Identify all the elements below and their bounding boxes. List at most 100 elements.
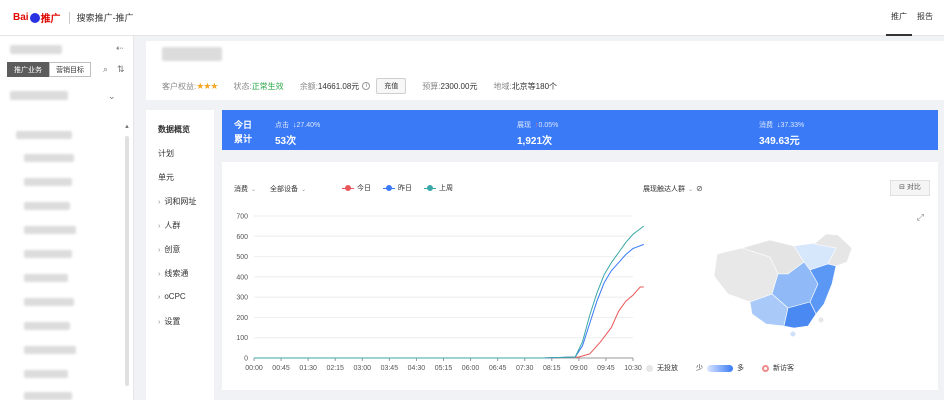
nav-data-overview[interactable]: 数据概览 bbox=[158, 124, 190, 135]
chevron-right-icon: › bbox=[158, 271, 161, 278]
secondary-nav: 数据概览 计划 单元 › 词和网址 › 人群 › 创意 › 线索通 › oCPC › 设置 bbox=[146, 110, 214, 400]
info-icon[interactable]: i bbox=[362, 82, 371, 90]
cumulative-label: 累计 bbox=[234, 134, 253, 144]
nav-label: 线索通 bbox=[164, 269, 189, 278]
nav-label: 计划 bbox=[158, 149, 174, 158]
chevron-right-icon: › bbox=[158, 247, 161, 254]
top-nav-report[interactable]: 报告 bbox=[912, 0, 938, 36]
logo-bai-text: Bai bbox=[13, 12, 29, 23]
list-item[interactable] bbox=[24, 346, 76, 354]
paw-icon bbox=[29, 12, 40, 23]
nav-leads[interactable]: › 线索通 bbox=[158, 268, 188, 279]
nav-label: 创意 bbox=[164, 245, 181, 254]
no-serve-swatch bbox=[646, 364, 653, 372]
nav-label: oCPC bbox=[164, 292, 186, 301]
chevron-down-icon[interactable]: ⌄ bbox=[108, 91, 116, 102]
nav-creative[interactable]: › 创意 bbox=[158, 244, 180, 255]
list-item[interactable] bbox=[24, 322, 70, 330]
recharge-button[interactable]: 充值 bbox=[376, 78, 407, 94]
list-item[interactable] bbox=[24, 226, 76, 234]
account-info: 客户权益: ★★★ 状态: 正常生效 余额: 14661.08元 i 充值 预算… bbox=[146, 41, 944, 100]
nav-keywords[interactable]: › 词和网址 bbox=[158, 196, 196, 207]
nav-unit[interactable]: 单元 bbox=[158, 172, 174, 183]
rights-label: 客户权益: bbox=[162, 81, 197, 91]
chevron-right-icon: › bbox=[158, 294, 161, 301]
map-region-island[interactable] bbox=[790, 331, 796, 337]
balance-label: 余额: bbox=[299, 81, 318, 91]
metric-clicks: 点击 ↓27.40% bbox=[275, 120, 320, 130]
china-map bbox=[713, 233, 853, 337]
metric-cost: 消费 ↓37.33% bbox=[759, 120, 804, 130]
list-item[interactable] bbox=[24, 154, 74, 162]
list-item[interactable] bbox=[24, 250, 72, 258]
many-label: 多 bbox=[737, 365, 744, 372]
page-title: 搜索推广-推广 bbox=[76, 13, 134, 23]
search-icon[interactable]: ⌕ bbox=[103, 64, 108, 75]
top-nav: 推广 报告 bbox=[886, 0, 938, 36]
nav-ocpc[interactable]: › oCPC bbox=[158, 292, 186, 301]
scrollbar-thumb[interactable] bbox=[125, 136, 129, 386]
metric-clicks-value: 53次 bbox=[275, 136, 297, 147]
chevron-right-icon: › bbox=[158, 319, 161, 326]
blurred-account-title bbox=[162, 47, 222, 61]
top-nav-promotion[interactable]: 推广 bbox=[886, 0, 912, 36]
list-item[interactable] bbox=[24, 202, 70, 210]
baidu-logo[interactable]: Bai 推广 bbox=[13, 10, 61, 25]
metric-delta: 27.40% bbox=[296, 122, 321, 129]
divider bbox=[68, 11, 70, 24]
metric-delta: 37.33% bbox=[780, 122, 805, 129]
account-sidebar: ⇠ 推广业务 营销目标 ⌕ ⇅ ⌄ ▲ bbox=[0, 36, 134, 400]
collapse-icon[interactable]: ⇠ bbox=[116, 43, 124, 54]
list-item[interactable] bbox=[24, 274, 68, 282]
density-gradient bbox=[707, 364, 733, 372]
list-item[interactable] bbox=[24, 178, 72, 186]
blurred-account-name bbox=[10, 45, 62, 54]
budget-value: 2300.00元 bbox=[440, 81, 478, 91]
no-serve-label: 无投放 bbox=[657, 365, 678, 372]
map-provinces bbox=[713, 233, 853, 337]
nav-label: 数据概览 bbox=[158, 125, 190, 134]
today-label: 今日 bbox=[234, 120, 253, 130]
nav-settings[interactable]: › 设置 bbox=[158, 316, 180, 327]
new-visitor-label: 新访客 bbox=[773, 365, 794, 372]
sidebar-tabs: 推广业务 营销目标 bbox=[7, 62, 91, 77]
new-visitor-swatch bbox=[762, 364, 769, 372]
metric-impressions-value: 1,921次 bbox=[517, 136, 553, 147]
scroll-up-icon[interactable]: ▲ bbox=[124, 124, 130, 130]
list-item[interactable] bbox=[16, 131, 72, 139]
map-region-taiwan[interactable] bbox=[818, 317, 824, 323]
metric-cost-value: 349.63元 bbox=[759, 136, 800, 147]
metric-name: 点击 bbox=[275, 122, 289, 129]
nav-plan[interactable]: 计划 bbox=[158, 148, 174, 159]
nav-label: 设置 bbox=[164, 317, 181, 326]
metric-delta: 0.05% bbox=[538, 122, 559, 129]
list-item[interactable] bbox=[24, 370, 68, 378]
sidebar-scrollbar[interactable]: ▲ bbox=[123, 124, 131, 400]
budget-label: 预算: bbox=[422, 81, 441, 91]
few-label: 少 bbox=[696, 365, 703, 372]
nav-label: 单元 bbox=[158, 173, 174, 182]
tab-marketing-goal[interactable]: 营销目标 bbox=[49, 62, 91, 77]
chevron-right-icon: › bbox=[158, 199, 161, 206]
region-label: 地域: bbox=[493, 81, 512, 91]
top-bar: Bai 推广 搜索推广-推广 推广 报告 bbox=[0, 0, 944, 36]
list-item[interactable] bbox=[24, 392, 72, 400]
rights-stars: ★★★ bbox=[196, 80, 218, 91]
metric-impressions: 展现 ↑0.05% bbox=[517, 120, 558, 130]
chart-panel: 消费 ⌄ 全部设备 ⌄ 今日 昨日 上周 展现触达人群 ⌄ ⊘ ⊟ 对比 ⤢ 0 100 2… bbox=[222, 162, 938, 390]
status-label: 状态: bbox=[233, 81, 252, 91]
sort-icon[interactable]: ⇅ bbox=[117, 64, 125, 75]
status-value: 正常生效 bbox=[251, 81, 284, 91]
account-info-row: 客户权益: ★★★ 状态: 正常生效 余额: 14661.08元 i 充值 预算… bbox=[162, 78, 573, 94]
nav-label: 人群 bbox=[164, 221, 181, 230]
blurred-filter bbox=[10, 91, 68, 100]
logo-tuiguang-text: 推广 bbox=[40, 14, 61, 25]
map-legend: 无投放 少 多 新访客 bbox=[646, 363, 794, 373]
region-value: 北京等180个 bbox=[511, 81, 558, 91]
list-item[interactable] bbox=[24, 298, 74, 306]
tab-promotion-business[interactable]: 推广业务 bbox=[7, 62, 49, 77]
nav-audience[interactable]: › 人群 bbox=[158, 220, 180, 231]
summary-banner: 今日 累计 点击 ↓27.40% 53次 展现 ↑0.05% 1,921次 消费 ↓3… bbox=[222, 110, 938, 150]
metric-name: 展现 bbox=[517, 122, 531, 129]
balance-value: 14661.08元 bbox=[317, 81, 360, 91]
